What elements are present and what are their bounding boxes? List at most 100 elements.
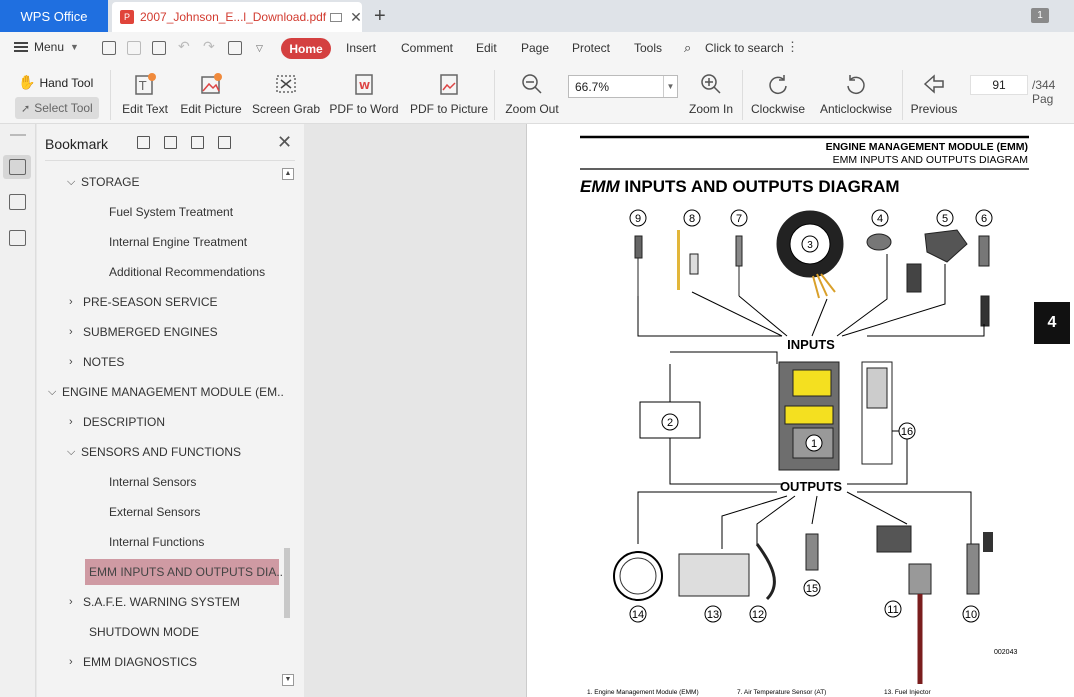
sensor-8 [689,253,699,275]
header-line2: EMM INPUTS AND OUTPUTS DIAGRAM [833,154,1028,166]
chevron-down-icon[interactable]: ⌵ [48,386,62,399]
bookmark-item[interactable]: Internal Sensors [109,469,196,495]
pdf-to-picture-icon [440,74,458,95]
annotation-icon[interactable] [9,230,26,246]
fuel-pump-10 [966,543,980,595]
tab-tools[interactable]: Tools [634,41,662,55]
search-box[interactable]: Click to search [705,41,784,55]
quick-access-dropdown-icon[interactable]: ▽ [256,43,263,54]
select-tool-button[interactable]: ➚ Select Tool [15,97,99,119]
bookmark-scrollbar[interactable]: ▲ ▼ [282,168,294,686]
callout-2: 2 [667,417,673,429]
callout-1: 1 [811,438,817,450]
bookmark-item[interactable]: › DESCRIPTION [69,409,165,435]
page-number-input[interactable]: 91 [970,75,1028,95]
callout-9: 9 [635,213,641,225]
bookmark-item[interactable]: › PRE-SEASON SERVICE [69,289,217,315]
open-folder-icon[interactable] [102,41,116,55]
pdf-to-picture-button[interactable]: PDF to Picture [410,66,488,116]
redo-icon[interactable]: ↷ [203,38,215,55]
bookmark-item[interactable]: › S.A.F.E. WARNING SYSTEM [69,589,240,615]
previous-page-button[interactable]: Previous [906,66,962,116]
chevron-right-icon[interactable]: › [69,416,83,428]
rotate-clockwise-button[interactable]: Clockwise [748,66,808,116]
bookmark-item[interactable]: ⌵ SENSORS AND FUNCTIONS [67,439,241,465]
remove-bookmark-icon[interactable] [164,136,177,149]
window-count-badge[interactable]: 1 [1031,8,1049,23]
bookmark-label: EMM DIAGNOSTICS [83,655,198,669]
bookmark-item-active[interactable]: EMM INPUTS AND OUTPUTS DIA... [85,559,286,585]
bookmark-item[interactable]: SHUTDOWN MODE [89,619,199,645]
bookmark-item[interactable]: Internal Functions [109,529,204,555]
bookmark-item[interactable]: External Sensors [109,499,200,525]
bookmark-item[interactable]: › NOTES [69,349,124,375]
monitor-icon[interactable] [330,12,343,22]
bookmark-item[interactable]: ⌵ STORAGE [67,169,139,195]
sensor-4-connector [906,263,922,293]
bookmark-item[interactable]: Fuel System Treatment [109,199,233,225]
callout-11: 11 [887,604,898,616]
menu-bar: Menu ▼ ↶ ↷ ▽ Home Insert Comment Edit Pa… [0,32,1074,66]
save-icon[interactable] [127,41,141,55]
zoom-level-select[interactable]: 66.7% ▼ [568,75,678,98]
search-icon[interactable]: ⌕ [684,40,691,56]
edit-text-button[interactable]: T Edit Text [118,66,172,116]
thumbnail-icon[interactable] [9,194,26,210]
chevron-down-icon: ▼ [70,42,79,52]
chevron-right-icon[interactable]: › [69,296,83,308]
chevron-down-icon[interactable]: ▼ [663,76,677,97]
clockwise-label: Clockwise [750,102,805,116]
bookmark-item[interactable]: ⌵ ENGINE MANAGEMENT MODULE (EM.. [48,379,284,405]
tab-edit[interactable]: Edit [476,41,497,55]
close-tab-icon[interactable]: ✕ [350,9,362,26]
document-tab[interactable]: P 2007_Johnson_E...l_Download.pdf ✕ [112,2,362,32]
new-tab-icon[interactable]: + [374,5,386,28]
rotate-anticlockwise-button[interactable]: Anticlockwise [816,66,896,116]
app-tab[interactable]: WPS Office [0,0,108,32]
tab-home[interactable]: Home [281,38,331,59]
tab-insert[interactable]: Insert [346,41,376,55]
tab-protect[interactable]: Protect [572,41,610,55]
bookmark-item[interactable]: Internal Engine Treatment [109,229,247,255]
zoom-out-button[interactable]: Zoom Out [502,66,562,116]
close-panel-icon[interactable]: ✕ [277,132,292,153]
screen-grab-button[interactable]: Screen Grab [252,66,320,116]
zoom-in-button[interactable]: Zoom In [684,66,738,116]
undo-icon[interactable]: ↶ [178,38,190,55]
bookmark-options-icon[interactable] [218,136,231,149]
bookmark-label: S.A.F.E. WARNING SYSTEM [83,595,240,609]
add-bookmark-icon[interactable] [137,136,150,149]
hand-tool-label: Hand Tool [39,75,94,90]
bookmark-item[interactable]: Additional Recommendations [109,259,265,285]
print-icon[interactable] [152,41,166,55]
more-options-icon[interactable]: ⋮ [786,39,799,55]
bookmark-item[interactable]: › SUBMERGED ENGINES [69,319,218,345]
expand-bookmark-icon[interactable] [191,136,204,149]
menu-button[interactable]: Menu ▼ [14,40,79,54]
bookmark-item[interactable]: › EMM DIAGNOSTICS [69,649,197,675]
export-icon[interactable] [228,41,242,55]
chevron-down-icon[interactable]: ⌵ [67,446,81,459]
chevron-down-icon[interactable]: ⌵ [67,176,81,189]
bookmark-list-icon[interactable] [9,159,26,175]
cursor-icon: ➚ [21,102,31,115]
heading-emm: EMM [580,177,621,196]
tab-page[interactable]: Page [521,41,549,55]
scroll-up-icon[interactable]: ▲ [282,168,294,180]
scrollbar-thumb[interactable] [284,548,290,618]
toolbar-divider [494,70,495,120]
chevron-right-icon[interactable]: › [69,596,83,608]
previous-label: Previous [910,102,958,116]
hand-tool-button[interactable]: ✋ Hand Tool [18,74,93,91]
input-sensors: 3 [634,210,990,327]
edit-picture-button[interactable]: Edit Picture [178,66,244,116]
chevron-right-icon[interactable]: › [69,356,83,368]
output-lines [637,491,972,549]
pdf-to-word-button[interactable]: W PDF to Word [328,66,400,116]
document-viewport[interactable]: ENGINE MANAGEMENT MODULE (EMM) EMM INPUT… [304,124,1074,697]
tab-comment[interactable]: Comment [401,41,453,55]
scroll-down-icon[interactable]: ▼ [282,674,294,686]
chevron-right-icon[interactable]: › [69,326,83,338]
chevron-right-icon[interactable]: › [69,656,83,668]
callout-3: 3 [807,240,813,251]
